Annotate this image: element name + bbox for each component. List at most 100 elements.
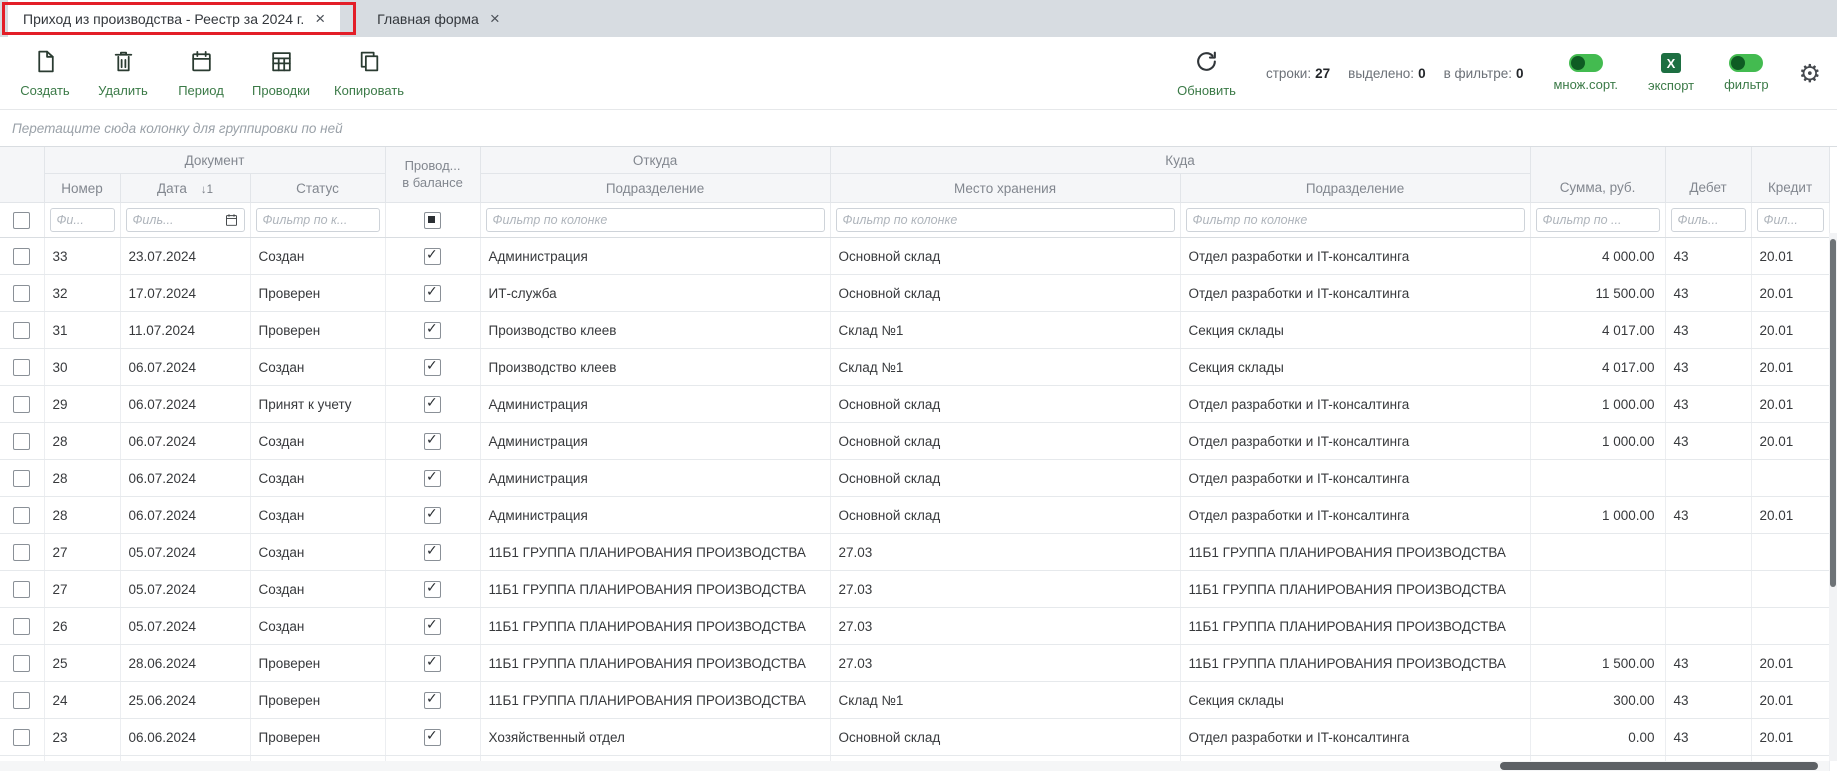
tab-registry[interactable]: Приход из производства - Реестр за 2024 …: [8, 0, 340, 37]
filter-credit-input[interactable]: [1757, 208, 1824, 232]
column-header-debit[interactable]: Дебет: [1665, 147, 1751, 203]
row-checkbox[interactable]: [13, 729, 30, 746]
table-row[interactable]: 3323.07.2024СозданАдминистрацияОсновной …: [0, 238, 1829, 275]
filter-status-input[interactable]: [256, 208, 380, 232]
table-row[interactable]: 2605.07.2024Создан11Б1 ГРУППА ПЛАНИРОВАН…: [0, 608, 1829, 645]
filter-number-input[interactable]: [50, 208, 115, 232]
table-row[interactable]: 3217.07.2024ПроверенИТ-службаОсновной ск…: [0, 275, 1829, 312]
filter-to-dept-input[interactable]: [1186, 208, 1525, 232]
filter-storage-input[interactable]: [836, 208, 1175, 232]
table-row[interactable]: 2806.07.2024СозданАдминистрацияОсновной …: [0, 497, 1829, 534]
column-header-date[interactable]: Дата↓1: [120, 174, 250, 203]
row-checkbox[interactable]: [13, 248, 30, 265]
cell-status: Создан: [250, 238, 385, 275]
table-row[interactable]: 3006.07.2024СозданПроизводство клеевСкла…: [0, 349, 1829, 386]
vertical-scrollbar-thumb[interactable]: [1830, 239, 1836, 587]
column-header-to-dept[interactable]: Подразделение: [1180, 174, 1530, 203]
filter-from-dept-input[interactable]: [486, 208, 825, 232]
row-checkbox[interactable]: [13, 285, 30, 302]
select-all-checkbox[interactable]: [13, 212, 30, 229]
column-header-from-dept[interactable]: Подразделение: [480, 174, 830, 203]
column-header-amount[interactable]: Сумма, руб.: [1530, 147, 1665, 203]
filter-toggle[interactable]: [1729, 54, 1763, 72]
cell-to-storage: 27.03: [830, 645, 1180, 682]
row-checkbox[interactable]: [13, 322, 30, 339]
close-icon[interactable]: ×: [490, 10, 500, 27]
cell-debit: 43: [1665, 682, 1751, 719]
posted-checkbox[interactable]: [424, 581, 441, 598]
filter-debit-input[interactable]: [1671, 208, 1746, 232]
row-select-cell: [0, 275, 44, 312]
posted-checkbox[interactable]: [424, 655, 441, 672]
period-button[interactable]: Период: [174, 49, 228, 98]
cell-credit: 20.01: [1751, 349, 1829, 386]
row-checkbox[interactable]: [13, 433, 30, 450]
posted-checkbox[interactable]: [424, 618, 441, 635]
table-row[interactable]: 2806.07.2024СозданАдминистрацияОсновной …: [0, 460, 1829, 497]
multisort-toggle[interactable]: [1569, 54, 1603, 72]
stat-rows-label: строки:: [1266, 66, 1311, 81]
table-row[interactable]: 2306.06.2024ПроверенХозяйственный отделО…: [0, 719, 1829, 756]
row-checkbox[interactable]: [13, 544, 30, 561]
cell-credit: 20.01: [1751, 275, 1829, 312]
cell-debit: 43: [1665, 312, 1751, 349]
filter-posted-checkbox[interactable]: [424, 212, 441, 229]
cell-to-storage: Склад №1: [830, 682, 1180, 719]
posted-checkbox[interactable]: [424, 470, 441, 487]
posted-checkbox[interactable]: [424, 359, 441, 376]
posted-checkbox[interactable]: [424, 507, 441, 524]
row-checkbox[interactable]: [13, 470, 30, 487]
row-checkbox[interactable]: [13, 618, 30, 635]
tab-main-form-label: Главная форма: [377, 11, 479, 27]
row-checkbox[interactable]: [13, 359, 30, 376]
multisort-toggle-group[interactable]: множ.сорт.: [1553, 54, 1617, 92]
posted-checkbox[interactable]: [424, 544, 441, 561]
date-picker-calendar-icon[interactable]: [224, 213, 239, 228]
filter-toggle-group[interactable]: фильтр: [1724, 54, 1768, 92]
row-checkbox[interactable]: [13, 692, 30, 709]
cell-date: 28.06.2024: [120, 645, 250, 682]
horizontal-scrollbar-thumb[interactable]: [1500, 762, 1818, 770]
row-checkbox[interactable]: [13, 655, 30, 672]
export-button[interactable]: X экспорт: [1648, 53, 1694, 93]
posted-checkbox[interactable]: [424, 433, 441, 450]
refresh-button[interactable]: Обновить: [1177, 49, 1236, 98]
table-row[interactable]: 3111.07.2024ПроверенПроизводство клеевСк…: [0, 312, 1829, 349]
table-row[interactable]: 2425.06.2024Проверен11Б1 ГРУППА ПЛАНИРОВ…: [0, 682, 1829, 719]
filter-amount-input[interactable]: [1536, 208, 1660, 232]
horizontal-scrollbar[interactable]: [0, 761, 1829, 771]
delete-button[interactable]: Удалить: [96, 49, 150, 98]
postings-button[interactable]: Проводки: [252, 49, 310, 98]
table-row[interactable]: 2806.07.2024СозданАдминистрацияОсновной …: [0, 423, 1829, 460]
column-header-number[interactable]: Номер: [44, 174, 120, 203]
tab-main-form[interactable]: Главная форма ×: [362, 0, 515, 37]
cell-number: 26: [44, 608, 120, 645]
table-row[interactable]: 2906.07.2024Принят к учетуАдминистрацияО…: [0, 386, 1829, 423]
copy-button[interactable]: Копировать: [334, 49, 404, 98]
row-checkbox[interactable]: [13, 581, 30, 598]
table-row[interactable]: 2528.06.2024Проверен11Б1 ГРУППА ПЛАНИРОВ…: [0, 645, 1829, 682]
table-row[interactable]: 2705.07.2024Создан11Б1 ГРУППА ПЛАНИРОВАН…: [0, 534, 1829, 571]
posted-checkbox[interactable]: [424, 285, 441, 302]
create-button[interactable]: Создать: [18, 49, 72, 98]
cell-date: 11.07.2024: [120, 312, 250, 349]
posted-checkbox[interactable]: [424, 692, 441, 709]
column-header-credit[interactable]: Кредит: [1751, 147, 1829, 203]
posted-checkbox[interactable]: [424, 396, 441, 413]
row-checkbox[interactable]: [13, 507, 30, 524]
cell-status: Проверен: [250, 275, 385, 312]
close-icon[interactable]: ×: [315, 10, 325, 27]
table-row[interactable]: 2705.07.2024Создан11Б1 ГРУППА ПЛАНИРОВАН…: [0, 571, 1829, 608]
column-header-status[interactable]: Статус: [250, 174, 385, 203]
posted-checkbox[interactable]: [424, 729, 441, 746]
stat-selected-value: 0: [1418, 66, 1426, 81]
row-select-cell: [0, 534, 44, 571]
column-header-posted[interactable]: Провод... в балансе: [385, 147, 480, 203]
row-checkbox[interactable]: [13, 396, 30, 413]
posted-checkbox[interactable]: [424, 322, 441, 339]
vertical-scrollbar[interactable]: [1829, 233, 1837, 761]
group-by-drop-zone[interactable]: Перетащите сюда колонку для группировки …: [0, 110, 1837, 147]
gear-icon[interactable]: ⚙: [1799, 61, 1821, 86]
posted-checkbox[interactable]: [424, 248, 441, 265]
column-header-storage[interactable]: Место хранения: [830, 174, 1180, 203]
